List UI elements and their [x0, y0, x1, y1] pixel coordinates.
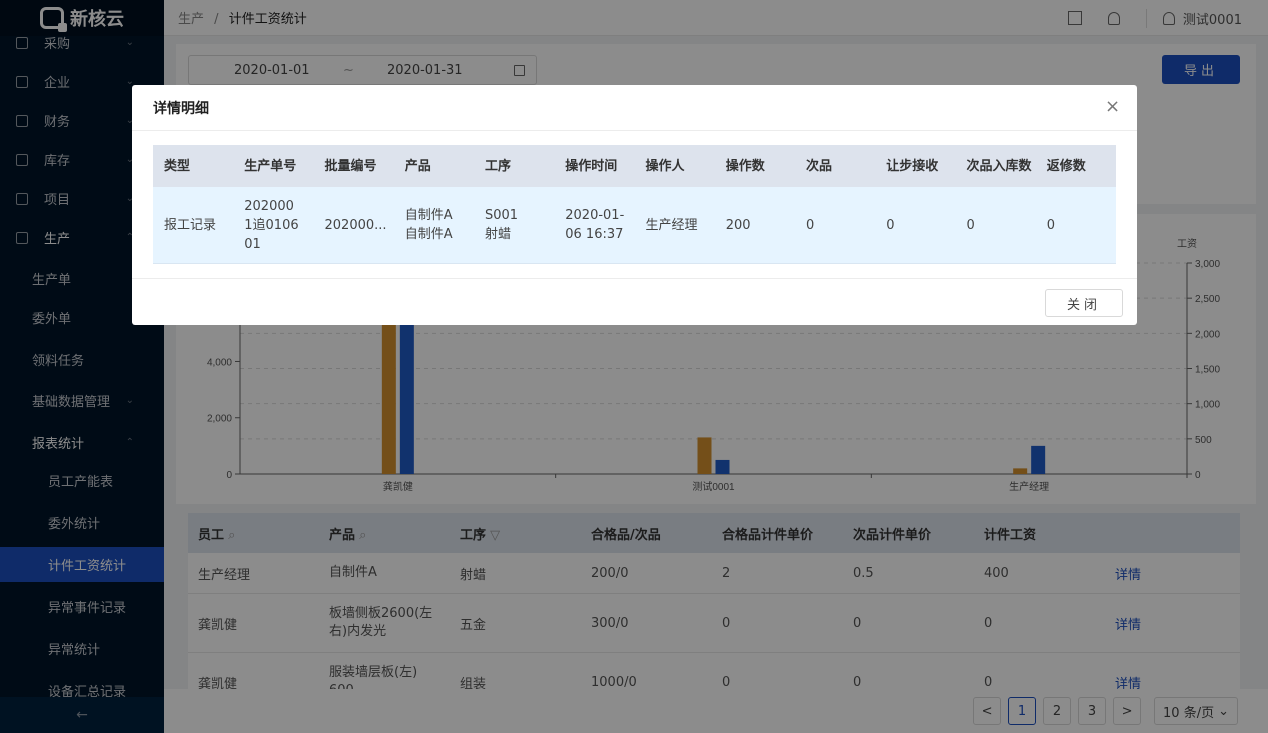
detail-cell: 0 — [966, 217, 975, 233]
close-icon[interactable]: × — [1105, 98, 1120, 116]
detail-column-header: 批量编号 — [324, 158, 377, 174]
modal-footer: 关闭 — [132, 278, 1137, 325]
modal-title: 详情明细 — [132, 85, 1137, 131]
close-button[interactable]: 关闭 — [1045, 289, 1123, 317]
detail-column-header: 工序 — [485, 158, 512, 174]
detail-table-header: 类型 生产单号 批量编号 产品 工序 操作时间 操作人 操作数 次品 让步接收 次品入库数 返修数 — [153, 145, 1116, 187]
detail-column-header: 次品入库数 — [966, 158, 1032, 174]
detail-column-header: 次品 — [806, 158, 833, 174]
detail-cell: 202000... — [324, 217, 387, 233]
detail-row: 报工记录 2020001追010601 202000... 自制件A 自制件A S001 射… — [153, 187, 1116, 264]
detail-cell: 0 — [806, 217, 815, 233]
detail-column-header: 生产单号 — [244, 158, 297, 174]
detail-modal: 详情明细 × 类型 生产单号 批量编号 产品 工序 操作时间 操作人 操作数 次品 让步接收 次品入… — [132, 85, 1137, 325]
detail-table: 类型 生产单号 批量编号 产品 工序 操作时间 操作人 操作数 次品 让步接收 次品入库数 返修数 报… — [153, 145, 1116, 264]
detail-cell: 0 — [886, 217, 895, 233]
detail-column-header: 让步接收 — [886, 158, 939, 174]
detail-cell: 200 — [725, 217, 751, 233]
detail-column-header: 产品 — [404, 158, 431, 174]
detail-column-header: 操作人 — [645, 158, 685, 174]
detail-column-header: 返修数 — [1046, 158, 1086, 174]
detail-column-header: 类型 — [164, 158, 191, 174]
detail-cell: 生产经理 — [645, 217, 698, 233]
detail-cell: 0 — [1046, 217, 1056, 233]
detail-cell: 报工记录 — [164, 217, 217, 233]
detail-cell: 2020-01-06 16:37 — [565, 208, 625, 242]
detail-cell: 自制件A 自制件A — [404, 208, 453, 242]
detail-column-header: 操作数 — [725, 158, 765, 174]
detail-column-header: 操作时间 — [565, 158, 618, 174]
detail-cell: S001 射蜡 — [485, 208, 519, 242]
detail-cell: 2020001追010601 — [244, 198, 299, 252]
